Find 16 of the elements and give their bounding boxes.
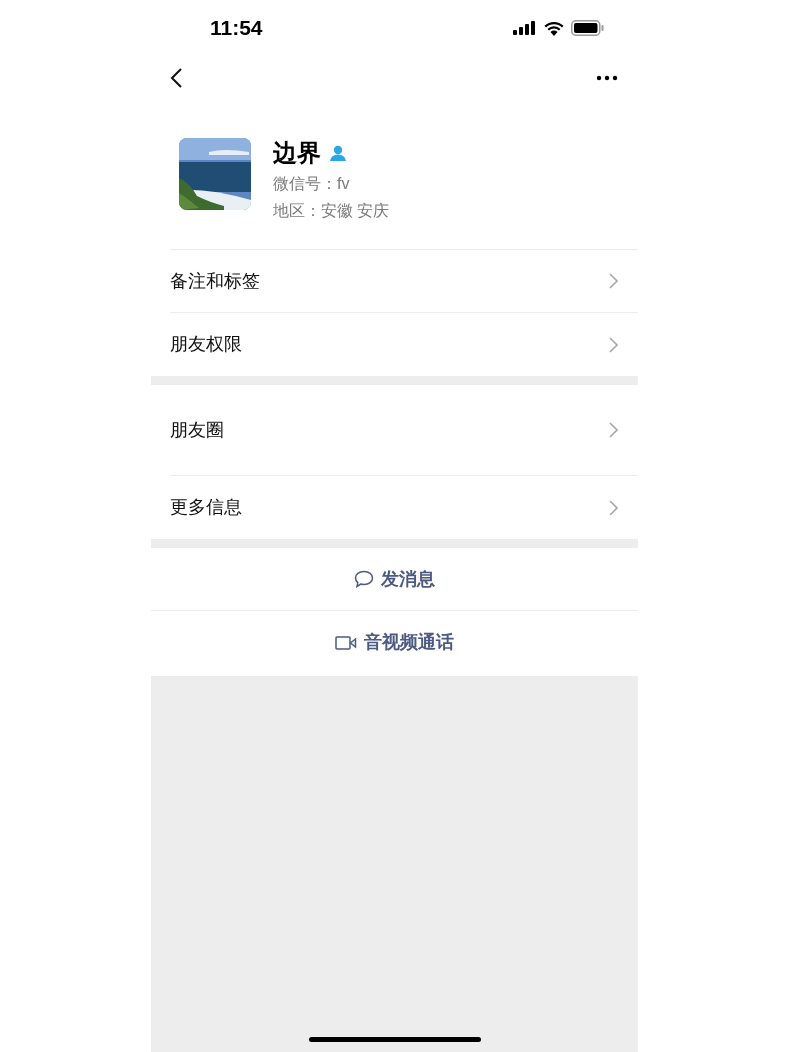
chat-bubble-icon xyxy=(354,570,374,588)
chevron-icon xyxy=(609,422,618,438)
profile-name: 边界 xyxy=(273,138,321,168)
region-text: 地区：安徽 安庆 xyxy=(273,201,390,221)
wifi-icon xyxy=(544,20,564,36)
chevron-icon xyxy=(609,336,618,353)
chevron-icon xyxy=(609,273,618,289)
back-icon[interactable] xyxy=(169,67,183,89)
wechat-id: 微信号：fv xyxy=(273,174,351,194)
chevron-icon xyxy=(609,499,618,516)
battery-icon xyxy=(571,20,604,36)
more-icon[interactable] xyxy=(596,75,618,81)
video-camera-icon xyxy=(335,635,357,650)
status-time: 11:54 xyxy=(210,15,263,42)
signal-icon xyxy=(513,21,537,35)
person-icon xyxy=(329,145,347,161)
